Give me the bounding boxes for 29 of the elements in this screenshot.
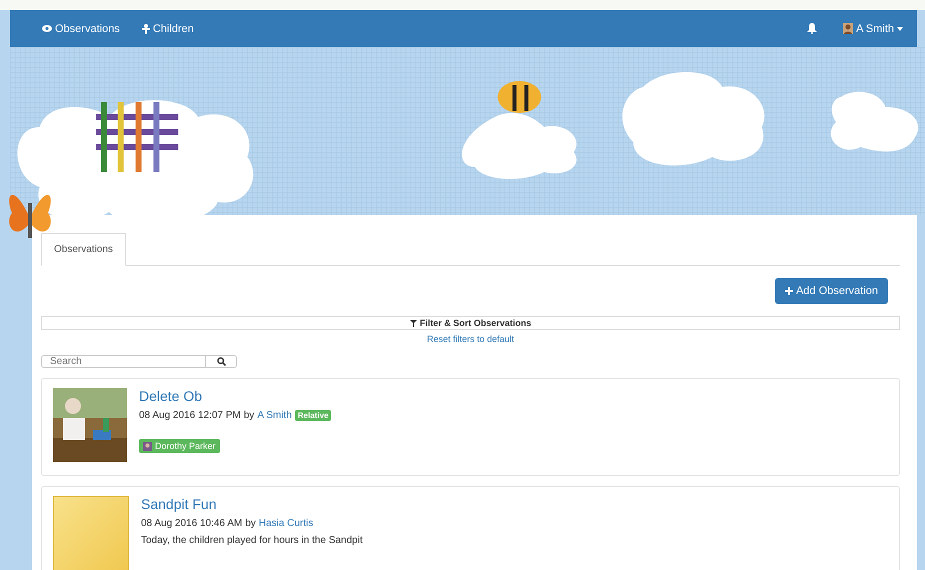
role-badge: Relative bbox=[294, 410, 332, 421]
reset-filters-link[interactable]: Reset filters to default bbox=[426, 334, 514, 344]
caret-icon bbox=[897, 26, 903, 30]
observation-text: Today, the children played for hours in the Sandpit bbox=[141, 535, 363, 546]
filter-icon bbox=[410, 320, 417, 326]
nav-link[interactable]: Children bbox=[142, 22, 194, 34]
search-button[interactable] bbox=[206, 355, 237, 368]
by-label: by bbox=[245, 518, 256, 529]
search-field[interactable]: Search bbox=[41, 355, 206, 368]
user-menu[interactable]: A Smith bbox=[843, 22, 903, 34]
nav-link[interactable]: Observations bbox=[42, 22, 120, 34]
author-link[interactable]: A Smith bbox=[257, 410, 292, 421]
eye-icon bbox=[42, 25, 52, 32]
observation-date: 08 Aug 2016 12:07 PM bbox=[139, 410, 241, 421]
avatar-icon bbox=[143, 442, 152, 450]
child-icon bbox=[142, 24, 150, 34]
plus-icon bbox=[785, 287, 794, 295]
child-tag[interactable]: Dorothy Parker bbox=[139, 439, 220, 453]
user-icon bbox=[843, 23, 854, 34]
search-icon bbox=[216, 357, 226, 366]
add-observation-button[interactable]: Add Observation bbox=[775, 278, 888, 304]
observation-title[interactable]: Delete Ob bbox=[139, 388, 332, 404]
observation-title[interactable]: Sandpit Fun bbox=[141, 496, 363, 512]
tab[interactable]: Observations bbox=[41, 233, 126, 266]
author-link[interactable]: Hasia Curtis bbox=[258, 518, 314, 529]
bell-icon[interactable] bbox=[807, 23, 818, 34]
filter-sort-button[interactable]: Filter & Sort Observations bbox=[41, 316, 900, 330]
by-label: by bbox=[244, 410, 254, 421]
observation-date: 08 Aug 2016 10:46 AM bbox=[141, 518, 242, 529]
